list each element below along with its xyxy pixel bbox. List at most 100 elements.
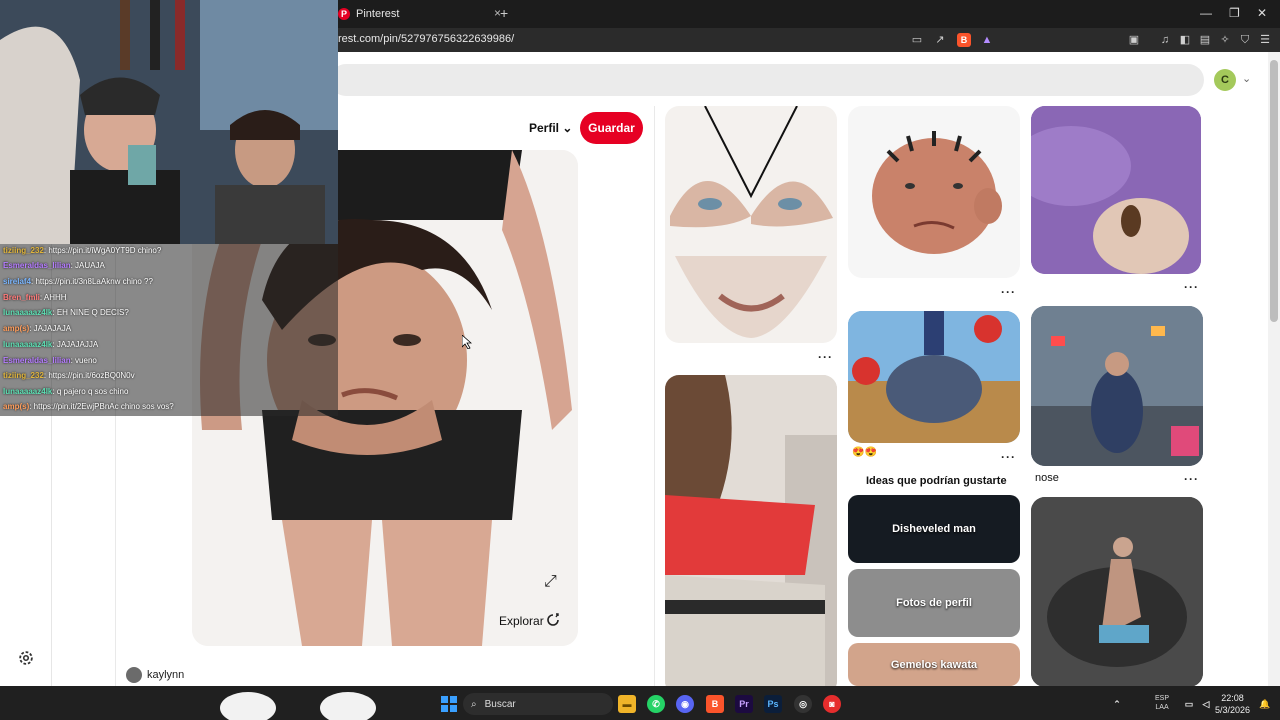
share-icon[interactable]: ↗ — [933, 33, 947, 47]
language-indicator[interactable]: ESP LAA — [1155, 694, 1169, 712]
chat-username: Esmeraldas_lilian — [3, 356, 71, 365]
pin-image-bikini[interactable] — [665, 106, 837, 343]
settings-gear-icon[interactable] — [17, 649, 35, 667]
search-bar[interactable] — [330, 64, 1204, 96]
stream-chat-overlay: tiziing_232: https://pin.it/iWgA0YT9D ch… — [0, 244, 338, 416]
expand-icon[interactable]: ⤢ — [544, 573, 562, 591]
pin-image-cartoon-scene[interactable] — [848, 311, 1020, 443]
board-gemelos-kawata[interactable]: Gemelos kawata — [848, 643, 1020, 686]
leo-ai-icon[interactable]: ✧ — [1218, 33, 1232, 47]
board-disheveled-man[interactable]: Disheveled man — [848, 495, 1020, 563]
pin-image-cartoon-head[interactable] — [848, 106, 1020, 278]
pin-image-girl-mirror[interactable] — [665, 375, 837, 695]
pin-reaction: 😍😍 — [852, 447, 877, 458]
webcam-overlay — [0, 0, 338, 244]
network-icon[interactable]: ▭ — [1180, 695, 1198, 713]
board-label: Gemelos kawata — [890, 658, 978, 671]
more-options-icon[interactable]: ··· — [1001, 450, 1016, 464]
mouse-cursor-icon — [462, 335, 472, 349]
profile-dropdown[interactable]: Perfil ⌄ — [529, 121, 572, 135]
restore-button[interactable]: ❐ — [1229, 6, 1240, 20]
new-tab-button[interactable]: + — [500, 5, 508, 21]
discord-icon[interactable]: ◉ — [676, 695, 694, 713]
tab-title: Pinterest — [356, 8, 400, 20]
account-chevron-down-icon[interactable]: ⌄ — [1242, 72, 1251, 85]
premiere-pro-icon[interactable]: Pr — [735, 695, 753, 713]
save-button[interactable]: Guardar — [580, 112, 643, 144]
ideas-heading: Ideas que podrían gustarte — [866, 475, 1007, 487]
board-fotos-de-perfil[interactable]: Fotos de perfil — [848, 569, 1020, 637]
windows-taskbar — [0, 686, 1280, 720]
chat-text: : vueno — [70, 356, 97, 365]
clock-time: 22:08 — [1221, 693, 1244, 703]
chat-message: tiziing_232: https://pin.it/iWgA0YT9D ch… — [3, 246, 161, 255]
sidebar-icon[interactable]: ◧ — [1178, 33, 1192, 47]
pin-image-crowd-running[interactable] — [1031, 306, 1203, 466]
board-label: Fotos de perfil — [896, 597, 972, 609]
volume-icon[interactable]: ◁ — [1197, 695, 1215, 713]
chat-username: lunaaaaaz4lk — [3, 387, 53, 396]
file-explorer-icon[interactable]: ▬ — [618, 695, 636, 713]
chat-username: Esmeraldas_lilian — [3, 261, 71, 270]
more-options-icon[interactable]: ··· — [1184, 472, 1199, 486]
chat-text: : JAJAJAJA — [29, 324, 72, 333]
chat-message: amp(s): JAJAJAJA — [3, 324, 71, 333]
more-options-icon[interactable]: ··· — [1184, 280, 1199, 294]
layout-code: LAA — [1155, 704, 1169, 711]
taskbar-search[interactable]: ⌕ Buscar — [463, 693, 613, 715]
whatsapp-icon[interactable]: ✆ — [647, 695, 665, 713]
photoshop-icon[interactable]: Ps — [764, 695, 782, 713]
chat-message: Bren_fmli: AHHH — [3, 293, 67, 302]
notifications-icon[interactable]: 🔔 — [1256, 695, 1274, 713]
system-tray-chevron-icon[interactable]: ⌃ — [1108, 695, 1126, 713]
more-options-icon[interactable]: ··· — [1001, 285, 1016, 299]
close-window-button[interactable]: ✕ — [1257, 6, 1267, 20]
brave-rewards-icon[interactable]: ▲ — [980, 33, 994, 47]
chat-message: sirelaf4: https://pin.it/3n8LaAknw chino… — [3, 277, 153, 286]
chat-message: lunaaaaaz4lk: q pajero q sos chino — [3, 387, 128, 396]
windows-start-icon[interactable] — [440, 695, 458, 713]
vpn-shield-icon[interactable]: ⛉ — [1238, 33, 1252, 47]
chat-username: amp(s) — [3, 324, 30, 333]
language-code: ESP — [1155, 695, 1170, 702]
search-icon: ⌕ — [471, 698, 477, 710]
chat-text: : JAJAJAJJA — [52, 340, 99, 349]
brave-browser-icon[interactable]: B — [706, 695, 724, 713]
pin-image-woman-water[interactable] — [1031, 497, 1203, 687]
chat-message: tiziing_232: https://pin.it/6ozBQ0N0v — [3, 371, 135, 380]
minimize-button[interactable]: — — [1200, 6, 1212, 20]
profile-dropdown-label: Perfil — [529, 121, 560, 135]
url-text[interactable]: rest.com/pin/527976756322639986/ — [338, 33, 514, 45]
cast-icon[interactable]: ▭ — [910, 33, 924, 47]
browser-tab-pinterest[interactable]: P Pinterest — [330, 2, 490, 26]
chat-text: : JAUAJA — [70, 261, 105, 270]
visual-search-icon[interactable] — [545, 612, 561, 628]
author-avatar[interactable] — [126, 667, 142, 683]
user-avatar[interactable]: C — [1214, 69, 1236, 91]
pin-caption: nose — [1035, 472, 1059, 484]
more-options-icon[interactable]: ··· — [818, 350, 833, 364]
chat-username: sirelaf4 — [3, 277, 32, 286]
chat-username: lunaaaaaz4lk — [3, 340, 53, 349]
wallet-icon[interactable]: ▤ — [1198, 33, 1212, 47]
chat-username: amp(s) — [3, 402, 30, 411]
author-name[interactable]: kaylynn — [147, 669, 184, 681]
music-icon[interactable]: ♫ — [1158, 33, 1172, 47]
chat-text: : AHHH — [39, 293, 67, 302]
clock-date: 5/3/2026 — [1215, 705, 1251, 715]
brave-shields-icon[interactable]: B — [957, 33, 971, 47]
chat-message: amp(s): https://pin.it/2EwjPBnAc chino s… — [3, 402, 174, 411]
board-label: Disheveled man — [892, 523, 976, 535]
screenshot-icon[interactable]: ▣ — [1127, 33, 1141, 47]
streaming-app-icon[interactable]: ◙ — [823, 695, 841, 713]
screen: P Pinterest × + — ❐ ✕ rest.com/pin/52797… — [0, 0, 1280, 720]
stream-mascot-overlay — [220, 692, 376, 720]
pin-image-baby[interactable] — [1031, 106, 1201, 274]
obs-icon[interactable]: ◎ — [794, 695, 812, 713]
explore-label[interactable]: Explorar — [499, 614, 544, 628]
chat-text: : https://pin.it/2EwjPBnAc chino sos vos… — [29, 402, 174, 411]
menu-icon[interactable]: ☰ — [1258, 33, 1272, 47]
taskbar-clock[interactable]: 22:08 5/3/2026 — [1215, 692, 1250, 716]
taskbar-search-label: Buscar — [484, 698, 516, 710]
scrollbar-thumb[interactable] — [1270, 60, 1278, 322]
